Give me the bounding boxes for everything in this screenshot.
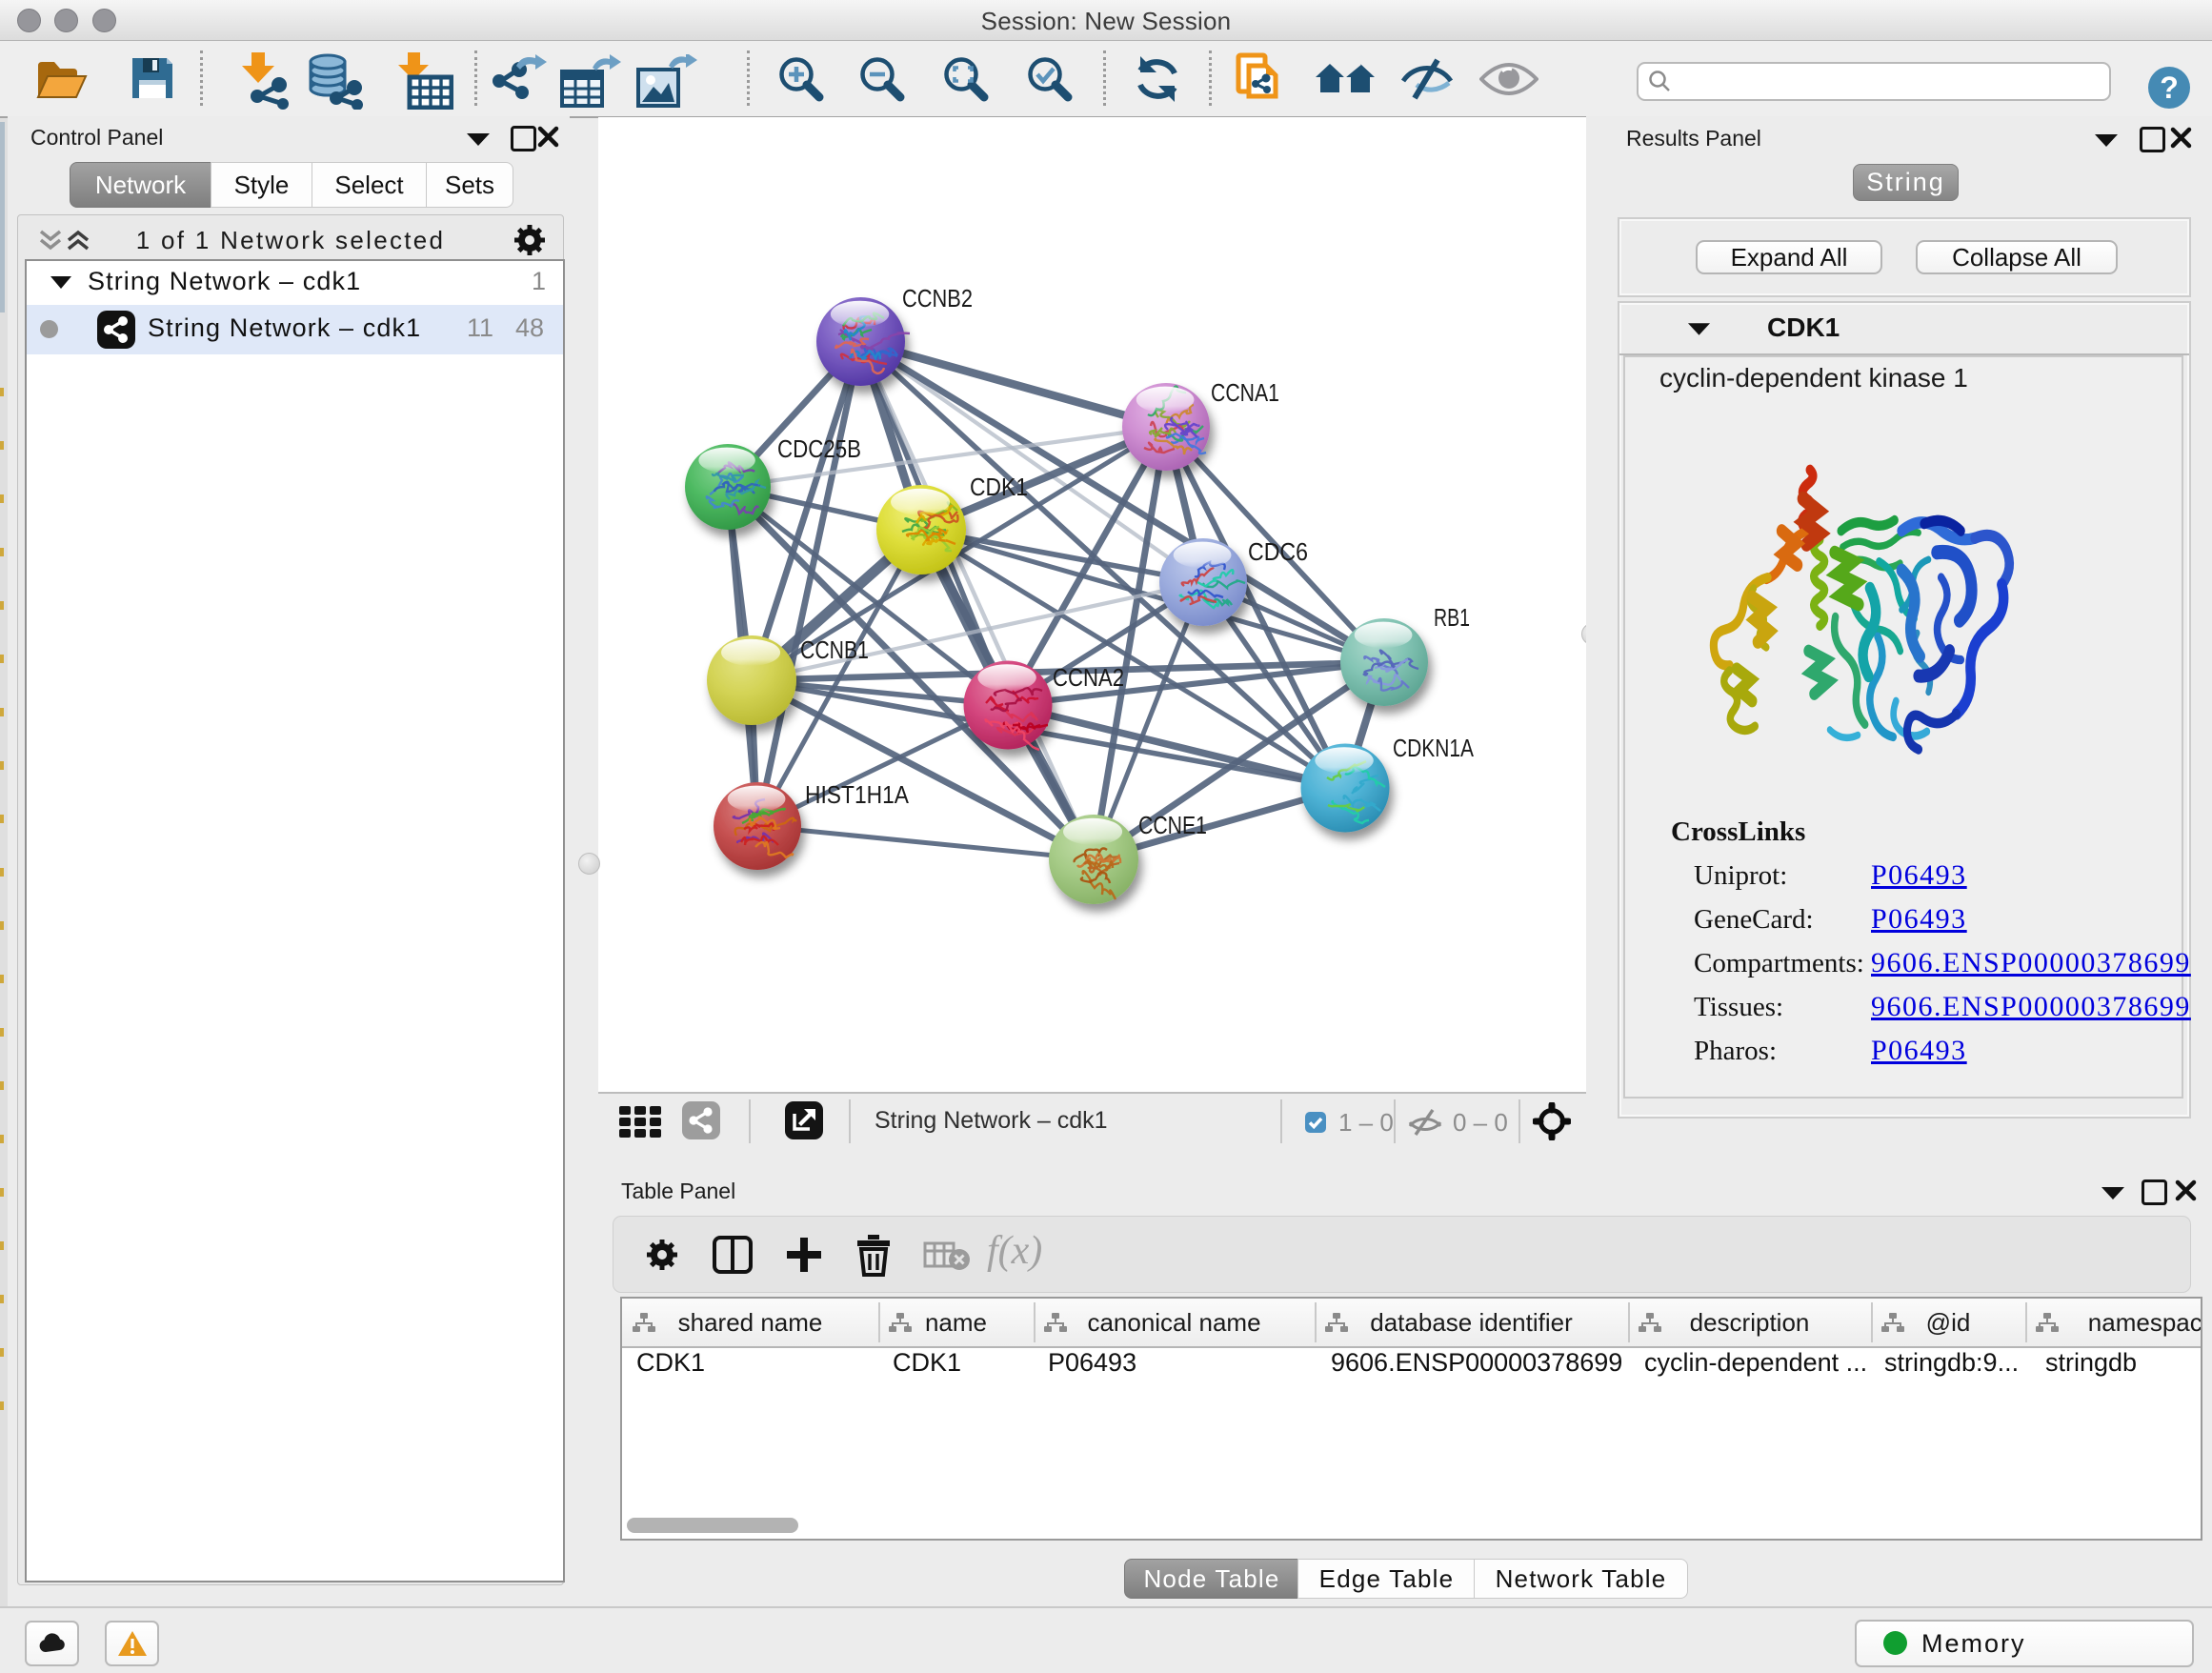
- svg-text:?: ?: [2160, 71, 2179, 105]
- svg-text:CDKN1A: CDKN1A: [1393, 734, 1475, 762]
- svg-text:RB1: RB1: [1434, 603, 1470, 632]
- svg-text:CCNA2: CCNA2: [1053, 663, 1124, 692]
- svg-text:CCNB2: CCNB2: [902, 284, 973, 312]
- svg-text:CCNB1: CCNB1: [800, 635, 869, 664]
- svg-text:CCNE1: CCNE1: [1138, 811, 1207, 839]
- svg-text:CDC6: CDC6: [1248, 537, 1308, 566]
- svg-text:HIST1H1A: HIST1H1A: [805, 780, 910, 809]
- svg-text:CDC25B: CDC25B: [777, 434, 861, 463]
- svg-text:CCNA1: CCNA1: [1211, 378, 1279, 407]
- svg-text:CDK1: CDK1: [970, 473, 1028, 501]
